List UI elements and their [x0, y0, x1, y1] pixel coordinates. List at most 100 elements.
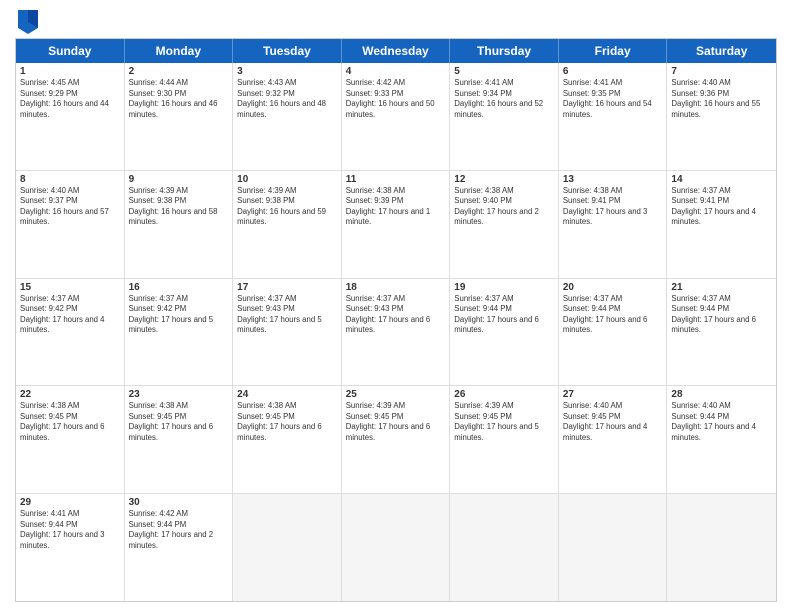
day-number: 2: [129, 66, 229, 77]
day-cell-15: 15Sunrise: 4:37 AMSunset: 9:42 PMDayligh…: [16, 279, 125, 386]
day-number: 25: [346, 389, 446, 400]
header-cell-tuesday: Tuesday: [233, 39, 342, 63]
day-details: Sunrise: 4:38 AMSunset: 9:39 PMDaylight:…: [346, 186, 446, 228]
header-cell-sunday: Sunday: [16, 39, 125, 63]
day-details: Sunrise: 4:37 AMSunset: 9:44 PMDaylight:…: [454, 294, 554, 336]
header-cell-monday: Monday: [125, 39, 234, 63]
day-number: 13: [563, 174, 663, 185]
day-details: Sunrise: 4:41 AMSunset: 9:44 PMDaylight:…: [20, 509, 120, 551]
day-cell-8: 8Sunrise: 4:40 AMSunset: 9:37 PMDaylight…: [16, 171, 125, 278]
day-cell-12: 12Sunrise: 4:38 AMSunset: 9:40 PMDayligh…: [450, 171, 559, 278]
day-number: 8: [20, 174, 120, 185]
day-details: Sunrise: 4:40 AMSunset: 9:36 PMDaylight:…: [671, 78, 772, 120]
day-details: Sunrise: 4:38 AMSunset: 9:45 PMDaylight:…: [237, 401, 337, 443]
day-cell-2: 2Sunrise: 4:44 AMSunset: 9:30 PMDaylight…: [125, 63, 234, 170]
calendar-row-2: 15Sunrise: 4:37 AMSunset: 9:42 PMDayligh…: [16, 279, 776, 387]
day-cell-1: 1Sunrise: 4:45 AMSunset: 9:29 PMDaylight…: [16, 63, 125, 170]
day-number: 15: [20, 282, 120, 293]
day-cell-16: 16Sunrise: 4:37 AMSunset: 9:42 PMDayligh…: [125, 279, 234, 386]
day-cell-29: 29Sunrise: 4:41 AMSunset: 9:44 PMDayligh…: [16, 494, 125, 601]
header-cell-wednesday: Wednesday: [342, 39, 451, 63]
day-cell-24: 24Sunrise: 4:38 AMSunset: 9:45 PMDayligh…: [233, 386, 342, 493]
header: [15, 10, 777, 32]
day-cell-14: 14Sunrise: 4:37 AMSunset: 9:41 PMDayligh…: [667, 171, 776, 278]
day-number: 4: [346, 66, 446, 77]
day-cell-5: 5Sunrise: 4:41 AMSunset: 9:34 PMDaylight…: [450, 63, 559, 170]
day-cell-18: 18Sunrise: 4:37 AMSunset: 9:43 PMDayligh…: [342, 279, 451, 386]
day-details: Sunrise: 4:42 AMSunset: 9:44 PMDaylight:…: [129, 509, 229, 551]
day-cell-21: 21Sunrise: 4:37 AMSunset: 9:44 PMDayligh…: [667, 279, 776, 386]
day-number: 27: [563, 389, 663, 400]
empty-cell: [559, 494, 668, 601]
day-number: 1: [20, 66, 120, 77]
calendar-header-row: SundayMondayTuesdayWednesdayThursdayFrid…: [16, 39, 776, 63]
day-number: 17: [237, 282, 337, 293]
calendar: SundayMondayTuesdayWednesdayThursdayFrid…: [15, 38, 777, 602]
day-cell-17: 17Sunrise: 4:37 AMSunset: 9:43 PMDayligh…: [233, 279, 342, 386]
day-number: 21: [671, 282, 772, 293]
day-details: Sunrise: 4:37 AMSunset: 9:43 PMDaylight:…: [346, 294, 446, 336]
header-cell-thursday: Thursday: [450, 39, 559, 63]
day-number: 24: [237, 389, 337, 400]
day-number: 20: [563, 282, 663, 293]
day-details: Sunrise: 4:41 AMSunset: 9:35 PMDaylight:…: [563, 78, 663, 120]
day-details: Sunrise: 4:40 AMSunset: 9:37 PMDaylight:…: [20, 186, 120, 228]
day-details: Sunrise: 4:38 AMSunset: 9:45 PMDaylight:…: [20, 401, 120, 443]
day-number: 28: [671, 389, 772, 400]
day-number: 5: [454, 66, 554, 77]
day-number: 30: [129, 497, 229, 508]
day-cell-27: 27Sunrise: 4:40 AMSunset: 9:45 PMDayligh…: [559, 386, 668, 493]
day-details: Sunrise: 4:44 AMSunset: 9:30 PMDaylight:…: [129, 78, 229, 120]
day-cell-23: 23Sunrise: 4:38 AMSunset: 9:45 PMDayligh…: [125, 386, 234, 493]
day-cell-6: 6Sunrise: 4:41 AMSunset: 9:35 PMDaylight…: [559, 63, 668, 170]
calendar-row-4: 29Sunrise: 4:41 AMSunset: 9:44 PMDayligh…: [16, 494, 776, 601]
day-number: 7: [671, 66, 772, 77]
day-details: Sunrise: 4:43 AMSunset: 9:32 PMDaylight:…: [237, 78, 337, 120]
logo-icon: [18, 10, 36, 32]
day-number: 14: [671, 174, 772, 185]
day-details: Sunrise: 4:39 AMSunset: 9:45 PMDaylight:…: [346, 401, 446, 443]
empty-cell: [342, 494, 451, 601]
day-number: 9: [129, 174, 229, 185]
day-number: 12: [454, 174, 554, 185]
day-number: 22: [20, 389, 120, 400]
day-details: Sunrise: 4:42 AMSunset: 9:33 PMDaylight:…: [346, 78, 446, 120]
day-details: Sunrise: 4:40 AMSunset: 9:44 PMDaylight:…: [671, 401, 772, 443]
day-details: Sunrise: 4:37 AMSunset: 9:44 PMDaylight:…: [671, 294, 772, 336]
day-number: 3: [237, 66, 337, 77]
empty-cell: [667, 494, 776, 601]
day-details: Sunrise: 4:45 AMSunset: 9:29 PMDaylight:…: [20, 78, 120, 120]
day-cell-4: 4Sunrise: 4:42 AMSunset: 9:33 PMDaylight…: [342, 63, 451, 170]
day-details: Sunrise: 4:38 AMSunset: 9:40 PMDaylight:…: [454, 186, 554, 228]
day-cell-26: 26Sunrise: 4:39 AMSunset: 9:45 PMDayligh…: [450, 386, 559, 493]
day-details: Sunrise: 4:37 AMSunset: 9:44 PMDaylight:…: [563, 294, 663, 336]
page: SundayMondayTuesdayWednesdayThursdayFrid…: [0, 0, 792, 612]
day-cell-25: 25Sunrise: 4:39 AMSunset: 9:45 PMDayligh…: [342, 386, 451, 493]
logo: [15, 10, 36, 32]
day-cell-3: 3Sunrise: 4:43 AMSunset: 9:32 PMDaylight…: [233, 63, 342, 170]
day-number: 23: [129, 389, 229, 400]
day-details: Sunrise: 4:38 AMSunset: 9:41 PMDaylight:…: [563, 186, 663, 228]
day-cell-11: 11Sunrise: 4:38 AMSunset: 9:39 PMDayligh…: [342, 171, 451, 278]
day-cell-7: 7Sunrise: 4:40 AMSunset: 9:36 PMDaylight…: [667, 63, 776, 170]
day-details: Sunrise: 4:37 AMSunset: 9:42 PMDaylight:…: [20, 294, 120, 336]
day-cell-9: 9Sunrise: 4:39 AMSunset: 9:38 PMDaylight…: [125, 171, 234, 278]
day-cell-28: 28Sunrise: 4:40 AMSunset: 9:44 PMDayligh…: [667, 386, 776, 493]
day-details: Sunrise: 4:38 AMSunset: 9:45 PMDaylight:…: [129, 401, 229, 443]
day-number: 10: [237, 174, 337, 185]
header-cell-friday: Friday: [559, 39, 668, 63]
day-details: Sunrise: 4:39 AMSunset: 9:38 PMDaylight:…: [129, 186, 229, 228]
day-number: 11: [346, 174, 446, 185]
day-cell-22: 22Sunrise: 4:38 AMSunset: 9:45 PMDayligh…: [16, 386, 125, 493]
day-details: Sunrise: 4:41 AMSunset: 9:34 PMDaylight:…: [454, 78, 554, 120]
day-details: Sunrise: 4:37 AMSunset: 9:42 PMDaylight:…: [129, 294, 229, 336]
empty-cell: [233, 494, 342, 601]
day-number: 29: [20, 497, 120, 508]
day-cell-19: 19Sunrise: 4:37 AMSunset: 9:44 PMDayligh…: [450, 279, 559, 386]
day-number: 6: [563, 66, 663, 77]
day-details: Sunrise: 4:37 AMSunset: 9:41 PMDaylight:…: [671, 186, 772, 228]
calendar-row-1: 8Sunrise: 4:40 AMSunset: 9:37 PMDaylight…: [16, 171, 776, 279]
header-cell-saturday: Saturday: [667, 39, 776, 63]
day-number: 16: [129, 282, 229, 293]
day-number: 19: [454, 282, 554, 293]
